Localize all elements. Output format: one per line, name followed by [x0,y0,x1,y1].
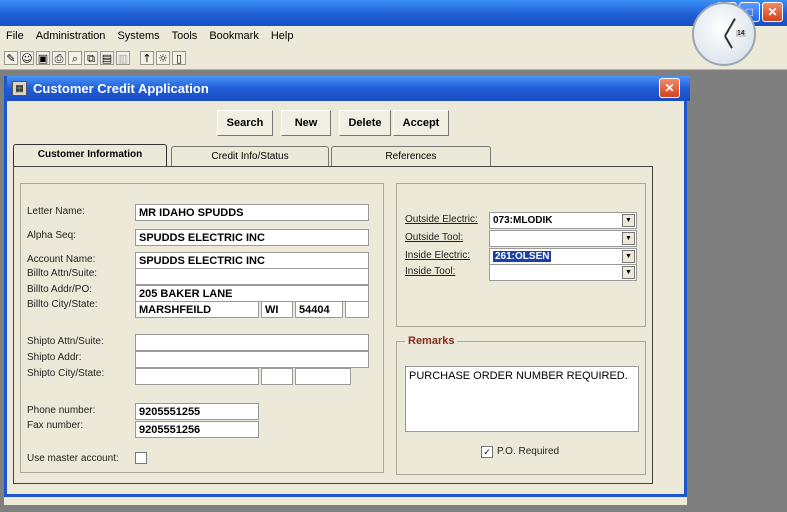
clock-date: 14 [736,30,746,37]
outside-electric-value: 073:MLODIK [493,215,553,226]
billto-zip-field[interactable]: 54404 [295,301,343,318]
account-name-label: Account Name: [27,254,96,265]
remarks-title: Remarks [405,335,458,347]
fax-field[interactable]: 9205551256 [135,421,259,438]
shipto-addr-label: Shipto Addr: [27,352,82,363]
alpha-seq-field[interactable]: SPUDDS ELECTRIC INC [135,229,369,246]
menu-bar: File Administration Systems Tools Bookma… [0,26,787,46]
master-account-checkbox[interactable] [135,452,147,464]
billto-state-field[interactable]: WI [261,301,293,318]
billto-addr-field[interactable]: 205 BAKER LANE [135,285,369,302]
outside-electric-label[interactable]: Outside Electric: [405,214,478,225]
shipto-zip-field[interactable] [295,368,351,385]
user-icon[interactable]: ☺ [20,50,34,65]
menu-help[interactable]: Help [271,30,294,42]
outside-electric-select[interactable]: 073:MLODIK ▼ [489,212,637,229]
phone-label: Phone number: [27,405,96,416]
copy-icon[interactable]: ⧉ [84,50,98,65]
shipto-city-field[interactable] [135,368,259,385]
tab-references[interactable]: References [331,146,491,168]
tab-credit-info-status[interactable]: Credit Info/Status [171,146,329,168]
letter-name-label: Letter Name: [27,206,85,217]
inside-electric-value: 261:OLSEN [493,251,552,262]
customer-info-group: Letter Name: MR IDAHO SPUDDS Alpha Seq: … [20,183,384,473]
inside-electric-label[interactable]: Inside Electric: [405,250,470,261]
outside-tool-label[interactable]: Outside Tool: [405,232,463,243]
menu-administration[interactable]: Administration [36,30,106,42]
account-name-field[interactable]: SPUDDS ELECTRIC INC [135,252,369,269]
menu-tools[interactable]: Tools [172,30,198,42]
letter-name-field[interactable]: MR IDAHO SPUDDS [135,204,369,221]
search-button[interactable]: Search [217,110,273,136]
menu-systems[interactable]: Systems [117,30,159,42]
toolbar: ✎ ☺ ▣ ⎙ ⌕ ⧉ ▤ ▥ ↑ ☼ ▯ [0,46,787,70]
window-title-bar: Customer Credit Application [7,76,690,101]
shipto-state-field[interactable] [261,368,293,385]
disabled-icon[interactable]: ▥ [116,50,130,65]
outer-title-bar [0,0,787,26]
fax-label: Fax number: [27,420,84,431]
phone-field[interactable]: 9205551255 [135,403,259,420]
inside-electric-select[interactable]: 261:OLSEN ▼ [489,248,637,265]
alpha-seq-label: Alpha Seq: [27,230,76,241]
shipto-city-label: Shipto City/State: [27,368,105,379]
remarks-group: Remarks PURCHASE ORDER NUMBER REQUIRED. … [396,335,646,475]
print-icon[interactable]: ⎙ [52,50,66,65]
tab-customer-information[interactable]: Customer Information [13,144,167,168]
outer-close-button[interactable]: ✕ [762,2,783,22]
clock-gadget: 14 [692,2,756,66]
window-title: Customer Credit Application [33,81,209,96]
report-icon[interactable]: ▤ [100,50,114,65]
master-account-label: Use master account: [27,453,119,464]
billto-attn-field[interactable] [135,268,369,285]
billto-city-label: Billto City/State: [27,299,98,310]
menu-bookmark[interactable]: Bookmark [209,30,259,42]
chevron-down-icon[interactable]: ▼ [622,250,635,263]
shipto-attn-field[interactable] [135,334,369,351]
status-bar [4,497,687,505]
delete-button[interactable]: Delete [339,110,391,136]
shipto-attn-label: Shipto Attn/Suite: [27,336,104,347]
lightbulb-icon[interactable]: ☼ [156,50,170,65]
remarks-textarea[interactable]: PURCHASE ORDER NUMBER REQUIRED. [405,366,639,432]
trash-icon[interactable]: ▯ [172,50,186,65]
tab-panel: Letter Name: MR IDAHO SPUDDS Alpha Seq: … [13,166,653,484]
chevron-down-icon[interactable]: ▼ [622,214,635,227]
clock-hour-hand [724,35,733,49]
inside-tool-label[interactable]: Inside Tool: [405,266,455,277]
billto-attn-label: Billto Attn/Suite: [27,268,98,279]
window-close-button[interactable]: ✕ [659,78,680,98]
billto-city-field[interactable]: MARSHFEILD [135,301,259,318]
menu-file[interactable]: File [6,30,24,42]
new-icon[interactable]: ✎ [4,50,18,65]
new-button[interactable]: New [281,110,331,136]
customer-credit-window: Customer Credit Application ▦ ✕ Search N… [4,76,690,497]
save-icon[interactable]: ▣ [36,50,50,65]
billto-addr-label: Billto Addr/PO: [27,284,93,295]
inside-tool-select[interactable]: ▼ [489,264,637,281]
billto-extra-field[interactable] [345,301,369,318]
shipto-addr-field[interactable] [135,351,369,368]
up-arrow-icon[interactable]: ↑ [140,50,154,65]
app-icon: ▦ [12,81,27,96]
salesperson-group: Outside Electric: 073:MLODIK ▼ Outside T… [396,183,646,327]
find-icon[interactable]: ⌕ [68,50,82,65]
po-required-label: P.O. Required [497,446,560,457]
chevron-down-icon[interactable]: ▼ [622,266,635,279]
po-required-checkbox[interactable]: ✓ [481,446,493,458]
clock-minute-hand [724,18,736,37]
accept-button[interactable]: Accept [393,110,449,136]
outside-tool-select[interactable]: ▼ [489,230,637,247]
chevron-down-icon[interactable]: ▼ [622,232,635,245]
